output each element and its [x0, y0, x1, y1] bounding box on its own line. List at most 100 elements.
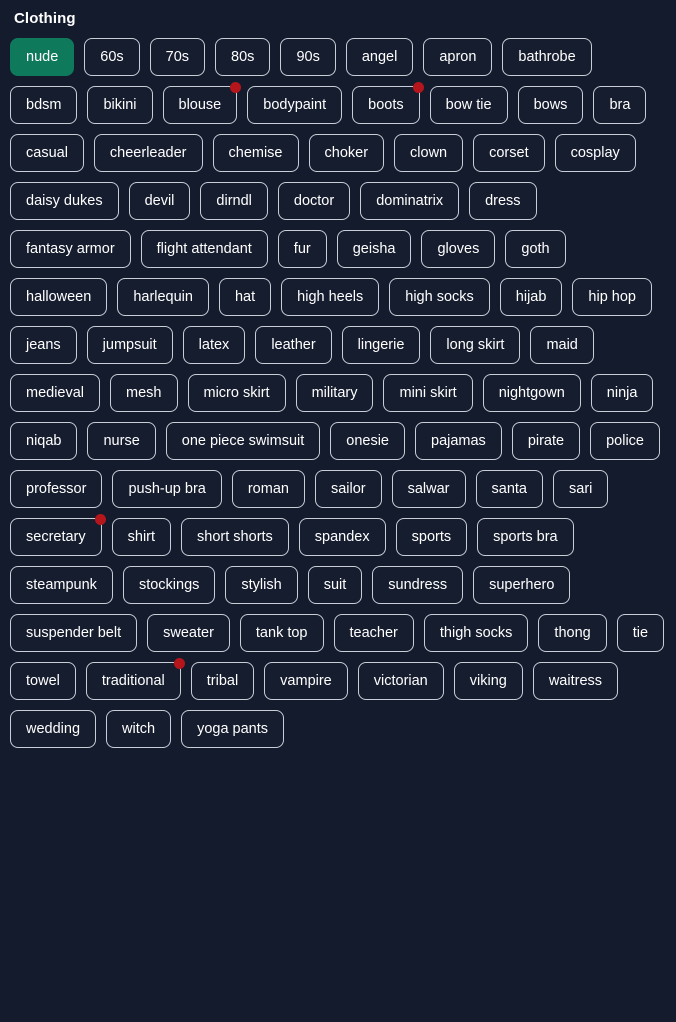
tag-button[interactable]: 80s: [215, 38, 271, 76]
tag-button[interactable]: nurse: [87, 422, 156, 460]
tag-button[interactable]: 90s: [280, 38, 336, 76]
tag-button[interactable]: nightgown: [482, 374, 581, 412]
tag-button[interactable]: bodypaint: [247, 86, 343, 124]
tag-button[interactable]: cosplay: [554, 134, 636, 172]
tag-button[interactable]: sports bra: [477, 518, 574, 556]
tag-button[interactable]: salwar: [391, 470, 466, 508]
tag-button[interactable]: daisy dukes: [10, 182, 119, 220]
tag-button[interactable]: leather: [255, 326, 332, 364]
tag-button[interactable]: doctor: [277, 182, 351, 220]
tag-button[interactable]: apron: [423, 38, 493, 76]
tag-button[interactable]: clown: [394, 134, 464, 172]
tag-button[interactable]: tie: [616, 614, 665, 652]
tag-button[interactable]: witch: [106, 710, 172, 748]
tag-button[interactable]: chemise: [212, 134, 299, 172]
tag-button[interactable]: police: [590, 422, 660, 460]
tag-button[interactable]: mini skirt: [383, 374, 473, 412]
tag-button[interactable]: choker: [308, 134, 385, 172]
tag-button[interactable]: push-up bra: [112, 470, 222, 508]
tag-button[interactable]: pirate: [511, 422, 581, 460]
tag-button[interactable]: superhero: [473, 566, 571, 604]
tag-button[interactable]: thigh socks: [423, 614, 529, 652]
tag-button[interactable]: bows: [517, 86, 584, 124]
tag-button[interactable]: sailor: [314, 470, 382, 508]
tag-button[interactable]: corset: [473, 134, 545, 172]
tag-button[interactable]: spandex: [298, 518, 386, 556]
tag-button[interactable]: teacher: [333, 614, 414, 652]
tag-button[interactable]: bow tie: [429, 86, 508, 124]
tag-button[interactable]: blouse: [162, 82, 242, 124]
tag-button[interactable]: stockings: [122, 566, 216, 604]
tag-button[interactable]: bdsm: [10, 86, 78, 124]
tag-button[interactable]: vampire: [264, 662, 348, 700]
tag-button[interactable]: high socks: [389, 278, 490, 316]
tag-button[interactable]: traditional: [85, 658, 185, 700]
tag-button[interactable]: ninja: [590, 374, 654, 412]
tag-button[interactable]: angel: [345, 38, 414, 76]
tag-button[interactable]: sundress: [372, 566, 464, 604]
tag-label: one piece swimsuit: [181, 432, 305, 449]
tag-button[interactable]: dominatrix: [360, 182, 460, 220]
tag-button[interactable]: steampunk: [10, 566, 113, 604]
tag-button[interactable]: thong: [538, 614, 607, 652]
tag-button[interactable]: sweater: [147, 614, 230, 652]
tag-button[interactable]: suit: [307, 566, 363, 604]
tag-button[interactable]: santa: [475, 470, 543, 508]
tag-button[interactable]: suspender belt: [10, 614, 138, 652]
tag-button[interactable]: dress: [469, 182, 537, 220]
tag-button[interactable]: jeans: [10, 326, 77, 364]
tag-button[interactable]: secretary: [10, 514, 106, 556]
tag-button[interactable]: stylish: [225, 566, 298, 604]
tag-button[interactable]: hijab: [499, 278, 563, 316]
tag-button[interactable]: gloves: [421, 230, 496, 268]
tag-button[interactable]: hip hop: [572, 278, 652, 316]
tag-button[interactable]: yoga pants: [181, 710, 285, 748]
tag-button[interactable]: harlequin: [117, 278, 209, 316]
tag-button[interactable]: boots: [352, 82, 424, 124]
tag-button[interactable]: onesie: [330, 422, 405, 460]
tag-button[interactable]: roman: [231, 470, 305, 508]
tag-button[interactable]: fur: [277, 230, 327, 268]
tag-button[interactable]: short shorts: [181, 518, 289, 556]
tag-button[interactable]: fantasy armor: [10, 230, 131, 268]
tag-button[interactable]: bra: [593, 86, 647, 124]
tag-button[interactable]: waitress: [532, 662, 619, 700]
tag-button[interactable]: casual: [10, 134, 84, 172]
tag-button[interactable]: 60s: [84, 38, 140, 76]
tag-button[interactable]: halloween: [10, 278, 108, 316]
tag-button[interactable]: mesh: [110, 374, 178, 412]
tag-button[interactable]: shirt: [111, 518, 172, 556]
tag-button[interactable]: long skirt: [430, 326, 521, 364]
tag-button[interactable]: military: [295, 374, 374, 412]
tag-button[interactable]: maid: [530, 326, 594, 364]
tag-button[interactable]: sports: [395, 518, 468, 556]
tag-button[interactable]: medieval: [10, 374, 101, 412]
tag-button[interactable]: professor: [10, 470, 103, 508]
tag-button[interactable]: micro skirt: [187, 374, 286, 412]
tag-button[interactable]: victorian: [357, 662, 444, 700]
tag-button[interactable]: geisha: [336, 230, 412, 268]
tag-button[interactable]: goth: [505, 230, 566, 268]
tag-button[interactable]: wedding: [10, 710, 97, 748]
tag-button[interactable]: hat: [218, 278, 272, 316]
tag-button[interactable]: niqab: [10, 422, 78, 460]
tag-button[interactable]: dirndl: [200, 182, 268, 220]
tag-button[interactable]: 70s: [149, 38, 206, 76]
tag-button[interactable]: one piece swimsuit: [165, 422, 321, 460]
tag-button[interactable]: nude: [10, 38, 75, 76]
tag-button[interactable]: high heels: [281, 278, 380, 316]
tag-button[interactable]: flight attendant: [140, 230, 268, 268]
tag-button[interactable]: jumpsuit: [86, 326, 173, 364]
tag-button[interactable]: devil: [128, 182, 191, 220]
tag-button[interactable]: viking: [453, 662, 523, 700]
tag-button[interactable]: latex: [182, 326, 246, 364]
tag-button[interactable]: lingerie: [341, 326, 421, 364]
tag-button[interactable]: pajamas: [415, 422, 502, 460]
tag-button[interactable]: tank top: [239, 614, 324, 652]
tag-button[interactable]: towel: [10, 662, 76, 700]
tag-button[interactable]: cheerleader: [93, 134, 203, 172]
tag-button[interactable]: sari: [553, 470, 609, 508]
tag-button[interactable]: bikini: [87, 86, 153, 124]
tag-button[interactable]: tribal: [190, 662, 255, 700]
tag-button[interactable]: bathrobe: [502, 38, 592, 76]
